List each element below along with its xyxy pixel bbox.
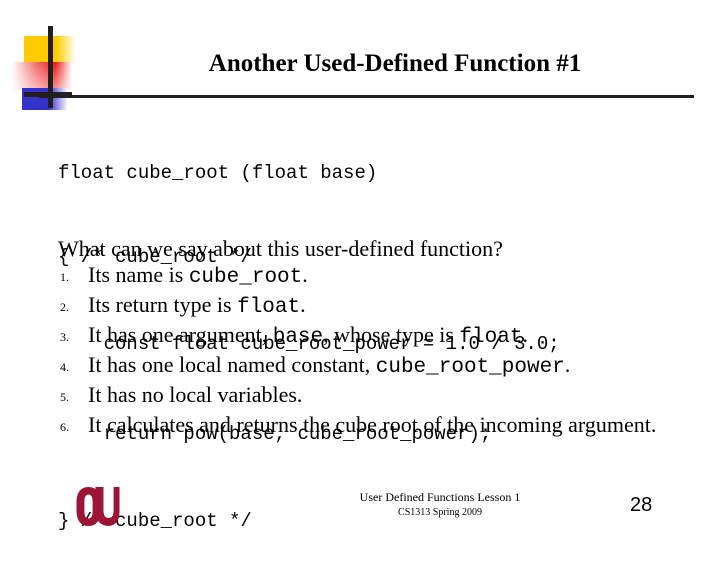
list-item: 4. It has one local named constant, cube_… — [58, 352, 698, 382]
numbered-list: 1. Its name is cube_root. 2. Its return typ… — [58, 262, 698, 442]
list-item-number: 5. — [60, 390, 69, 404]
text-run: It has no local variables. — [88, 382, 303, 407]
list-item: 3. It has one argument, base, whose type … — [58, 322, 698, 352]
red-gradient-fade-overlay — [12, 62, 72, 90]
list-item-number: 6. — [60, 420, 69, 434]
text-run: Its return type is — [88, 292, 238, 317]
list-item-label: Its name is cube_root. — [88, 262, 698, 291]
body-question: What can we say about this user-defined … — [58, 236, 503, 261]
code-term: base — [272, 326, 324, 349]
code-term: cube_root_power — [375, 356, 565, 379]
ou-logo — [74, 483, 120, 529]
list-item: 1. Its name is cube_root. — [58, 262, 698, 292]
text-run: It has one local named constant, — [88, 352, 376, 377]
code-term: cube_root — [188, 266, 303, 289]
slide-title: Another Used-Defined Function #1 — [208, 50, 582, 77]
list-item-label: It has no local variables. — [88, 382, 698, 408]
text-run: . — [522, 322, 528, 347]
text-run: Its name is — [88, 262, 189, 287]
footer-line-2: CS1313 Spring 2009 — [398, 507, 482, 518]
text-run: . — [300, 292, 306, 317]
footer-text: User Defined Functions Lesson 1 CS1313 S… — [230, 490, 650, 520]
list-item-number: 3. — [60, 330, 69, 344]
text-run: . — [302, 262, 308, 287]
footer-line-1: User Defined Functions Lesson 1 — [359, 490, 521, 504]
text-run: It has one argument, — [88, 322, 273, 347]
code-line: float cube_root (float base) — [58, 162, 378, 184]
code-term: float — [459, 326, 523, 349]
list-item: 2. Its return type is float. — [58, 292, 698, 322]
text-run: . — [564, 352, 571, 377]
page-number: 28 — [630, 494, 653, 516]
text-run: It calculates and returns the cube root … — [88, 412, 657, 437]
list-item: 6. It calculates and returns the cube roo… — [58, 412, 698, 442]
code-term: float — [237, 296, 301, 319]
list-item-number: 4. — [60, 360, 69, 374]
title-divider — [39, 95, 694, 98]
list-item-label: Its return type is float. — [88, 292, 698, 321]
list-item: 5. It has no local variables. — [58, 382, 698, 412]
list-item-number: 2. — [60, 300, 69, 314]
list-item-label: It calculates and returns the cube root … — [88, 412, 698, 438]
list-item-label: It has one local named constant, cube_ro… — [88, 352, 698, 381]
list-item-label: It has one argument, base, whose type is… — [88, 322, 698, 351]
text-run: , whose type is — [323, 322, 460, 347]
list-item-number: 1. — [60, 270, 69, 284]
